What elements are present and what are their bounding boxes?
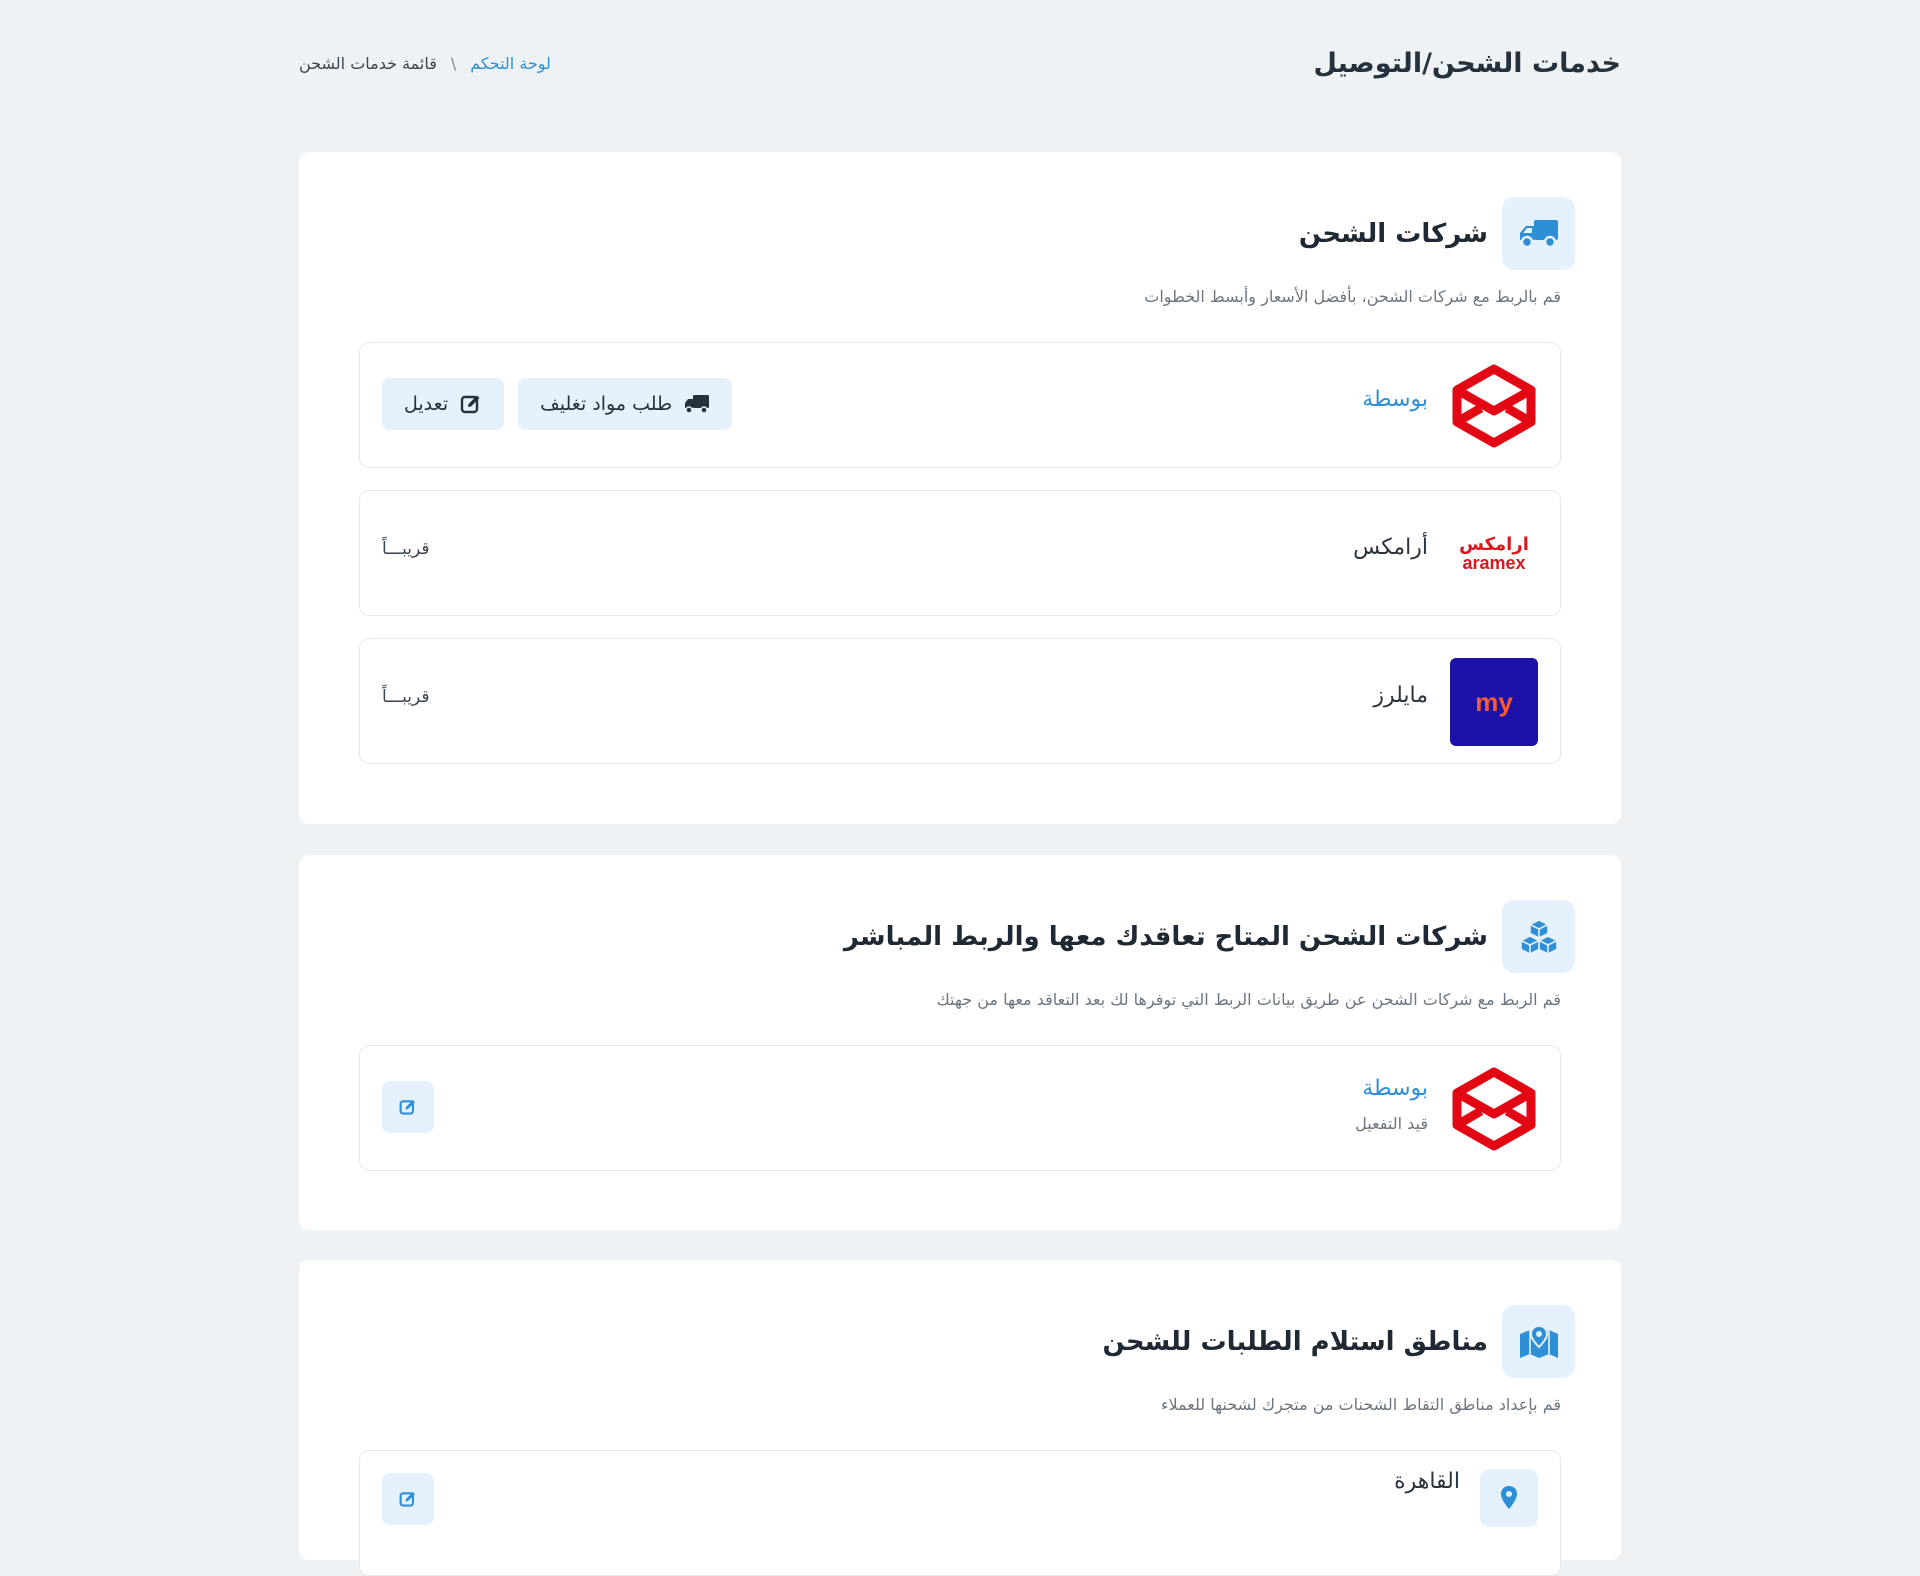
coming-soon-label: قريبـــاً [382,539,430,559]
mylerz-logo-text: my [1475,686,1513,717]
breadcrumb-home-link[interactable]: لوحة التحكم [470,54,551,73]
request-packaging-label: طلب مواد تغليف [540,393,673,415]
activation-status: قيد التفعيل [1355,1114,1428,1133]
carrier-row-aramex: ارامكس aramex أرامكس قريبـــاً [359,490,1561,616]
carrier-name-link[interactable]: بوسطة [1362,387,1428,412]
shipping-companies-card: شركات الشحن قم بالربط مع شركات الشحن، بأ… [299,152,1621,824]
bosta-logo [1450,362,1538,450]
card-title: مناطق استلام الطلبات للشحن [1102,1326,1488,1357]
map-pin-icon [1502,1305,1575,1378]
truck-icon [685,395,710,414]
carrier-row-mylerz: my مايلرز قريبـــاً [359,638,1561,764]
contract-row-bosta: بوسطة قيد التفعيل [359,1045,1561,1171]
breadcrumb-current: قائمة خدمات الشحن [299,54,437,73]
carrier-row-bosta: بوسطة تعديل طلب مواد تغليف [359,342,1561,468]
carrier-actions: تعديل طلب مواد تغليف [382,378,733,430]
card-description: قم الربط مع شركات الشحن عن طريق بيانات ا… [936,990,1561,1009]
card-header: شركات الشحن المتاح تعاقدك معها والربط ال… [844,900,1575,973]
zone-pin-icon [1480,1469,1538,1527]
card-header: شركات الشحن [1299,197,1575,270]
zone-actions [382,1473,434,1525]
mylerz-logo: my [1450,658,1538,746]
edit-button[interactable]: تعديل [382,378,505,430]
carrier-actions [382,1081,434,1133]
pickup-zones-card: مناطق استلام الطلبات للشحن قم بإعداد منا… [299,1260,1621,1576]
page-header: خدمات الشحن/التوصيل لوحة التحكم \ قائمة … [299,48,1621,88]
contract-companies-card: شركات الشحن المتاح تعاقدك معها والربط ال… [299,855,1621,1230]
aramex-logo-latin: aramex [1462,553,1526,573]
card-header: مناطق استلام الطلبات للشحن [1102,1305,1575,1378]
edit-label: تعديل [404,393,449,415]
zone-name: القاهرة [1394,1469,1460,1494]
card-description: قم بإعداد مناطق التقاط الشحنات من متجرك … [1160,1395,1561,1414]
edit-icon [399,1100,415,1115]
card-title: شركات الشحن المتاح تعاقدك معها والربط ال… [843,921,1488,952]
edit-icon [460,395,480,414]
carrier-name-link[interactable]: بوسطة [1362,1076,1428,1101]
carrier-name: مايلرز [1373,683,1428,708]
truck-icon [1502,197,1575,270]
boxes-icon [1502,900,1575,973]
request-packaging-button[interactable]: طلب مواد تغليف [518,378,733,430]
coming-soon-label: قريبـــاً [382,687,430,707]
breadcrumb-separator: \ [450,54,457,73]
page-title: خدمات الشحن/التوصيل [1313,48,1621,79]
breadcrumb: لوحة التحكم \ قائمة خدمات الشحن [299,54,551,73]
zone-row: القاهرة [359,1450,1561,1576]
aramex-logo-arabic: ارامكس [1459,534,1529,555]
edit-button[interactable] [382,1081,434,1133]
aramex-logo: ارامكس aramex [1450,510,1538,598]
carrier-name: أرامكس [1353,535,1428,560]
edit-icon [399,1492,415,1507]
card-title: شركات الشحن [1298,218,1488,249]
bosta-logo [1450,1065,1538,1153]
edit-button[interactable] [382,1473,434,1525]
card-description: قم بالربط مع شركات الشحن، بأفضل الأسعار … [1144,287,1561,306]
